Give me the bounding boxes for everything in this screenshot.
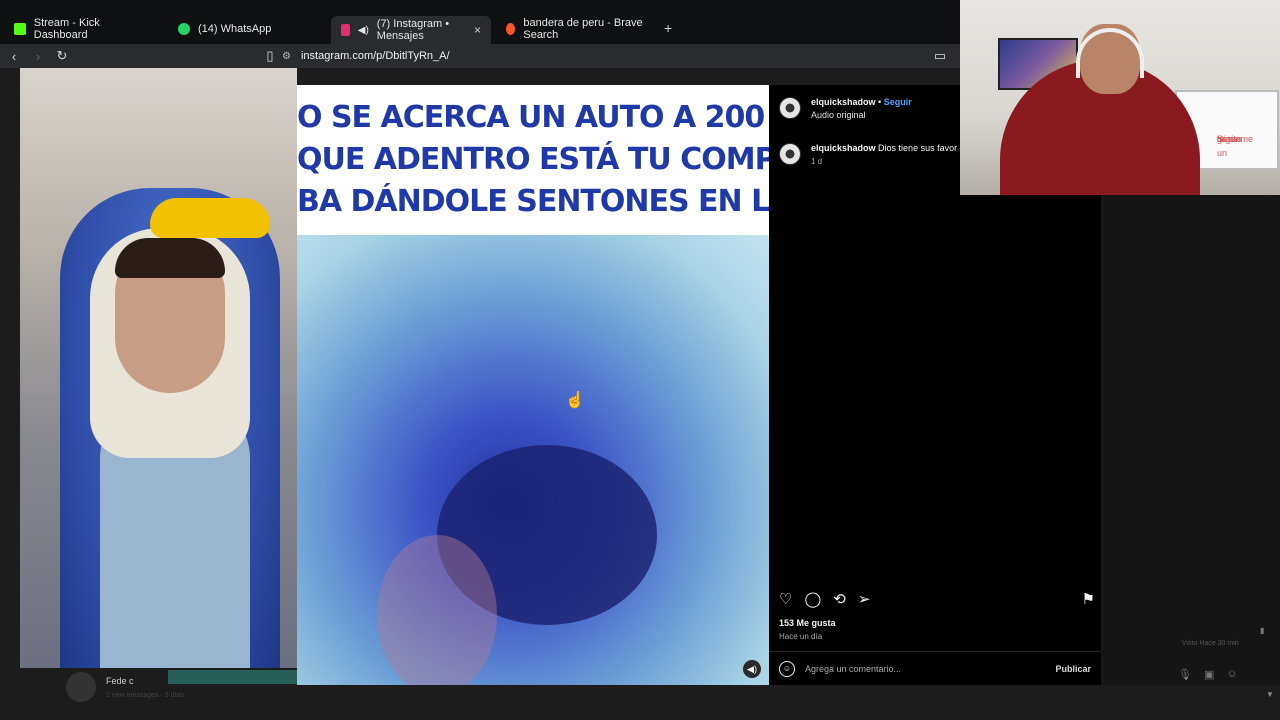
commenter-username[interactable]: elquickshadow (811, 143, 876, 153)
separator-dot: • (878, 97, 882, 107)
audio-toggle-icon[interactable]: ◀) (743, 660, 761, 678)
cast-icon[interactable]: ▭ (930, 46, 950, 66)
comment-text: Dios tiene sus favor (878, 143, 958, 153)
bookmark-icon[interactable]: ▯ (260, 46, 280, 66)
back-icon[interactable]: ‹ (4, 46, 24, 66)
brave-icon (506, 23, 516, 35)
tab-label: (14) WhatsApp (198, 23, 272, 35)
tab-label: (7) Instagram • Mensajes (376, 18, 450, 42)
browser-toolbar: ‹ › ↻ ▯ ⚙ instagram.com/p/DbitlTyRn_A/ ▭ (0, 44, 960, 68)
tab-kick[interactable]: Stream - Kick Dashboard (4, 16, 164, 42)
sticker-icon[interactable]: ☺ (1226, 668, 1237, 681)
post-actions: ♡ ◯ ⟲ ➢ ⚑ (779, 590, 1095, 608)
webcam-overlay: Sígueme te ganas un besito (960, 0, 1280, 195)
dm-preview: 2 new messages · 3 días (106, 691, 184, 699)
microphone-icon[interactable]: 🎙 (1178, 668, 1192, 681)
dm-composer-icons: 🎙 ▣ ☺ (1178, 668, 1238, 681)
post-header: elquickshadow • Seguir Audio original (779, 97, 912, 120)
commenter-avatar[interactable] (779, 143, 801, 165)
tab-instagram[interactable]: ◀) (7) Instagram • Mensajes × (331, 16, 491, 44)
repost-icon[interactable]: ⟲ (833, 590, 846, 608)
share-icon[interactable]: ➢ (858, 590, 871, 608)
video-blur-shape (377, 535, 497, 685)
tab-label: bandera de peru - Brave Search (523, 17, 643, 41)
heart-icon[interactable]: ♡ (779, 590, 792, 608)
scroll-down-icon[interactable]: ▼ (1266, 690, 1274, 699)
overlay-photo (20, 68, 297, 668)
comment-icon[interactable]: ◯ (804, 590, 821, 608)
caption-comment: elquickshadow Dios tiene sus favor 1 d (779, 143, 957, 166)
caption-line: QUE ADENTRO ESTÁ TU COMPA CON (297, 142, 769, 177)
forward-icon[interactable]: › (28, 46, 48, 66)
bookmark-icon[interactable]: ⚑ (1082, 590, 1095, 608)
tab-brave-search[interactable]: bandera de peru - Brave Search (496, 16, 656, 42)
caption-line: BA DÁNDOLE SENTONES EN LA CARA (297, 184, 769, 219)
caption-line: O SE ACERCA UN AUTO A 200 KM/H (297, 100, 769, 135)
notification-bar (168, 670, 298, 684)
tab-label: Stream - Kick Dashboard (33, 17, 100, 41)
post-time: Hace un día (779, 632, 823, 641)
publish-button[interactable]: Publicar (1055, 664, 1091, 674)
author-username[interactable]: elquickshadow (811, 97, 876, 107)
meme-caption: O SE ACERCA UN AUTO A 200 KM/H QUE ADENT… (297, 85, 769, 235)
comment-composer: ☺ Agrega un comentario... Publicar (769, 651, 1101, 685)
scrollbar-thumb[interactable]: ▮ (1260, 626, 1264, 635)
audio-label[interactable]: Audio original (811, 110, 912, 120)
kick-icon (14, 23, 26, 35)
hair (115, 238, 225, 278)
video-frame[interactable] (297, 235, 769, 685)
tab-bar: Stream - Kick Dashboard (14) WhatsApp ◀)… (0, 0, 960, 44)
author-avatar[interactable] (779, 97, 801, 119)
site-settings-icon[interactable]: ⚙ (282, 51, 291, 62)
comment-input[interactable]: Agrega un comentario... (805, 664, 901, 674)
new-tab-button[interactable]: + (664, 20, 672, 36)
whatsapp-icon (178, 23, 190, 35)
reload-icon[interactable]: ↻ (52, 46, 72, 66)
close-tab-icon[interactable]: × (474, 23, 481, 37)
like-count[interactable]: 153 Me gusta (779, 618, 836, 628)
seen-status: Visto Hace 30 min (1182, 640, 1239, 647)
image-icon[interactable]: ▣ (1204, 668, 1214, 681)
tab-whatsapp[interactable]: (14) WhatsApp (168, 16, 328, 42)
speaker-icon: ◀) (357, 24, 369, 36)
url-text: instagram.com/p/DbitlTyRn_A/ (300, 50, 450, 62)
whiteboard-line: besito (1217, 134, 1242, 144)
hand-cursor-icon: ☝ (565, 392, 585, 409)
dm-list-item[interactable]: Fede c 2 new messages · 3 días (66, 672, 184, 702)
avatar (66, 672, 96, 702)
comment-time: 1 d (811, 157, 823, 166)
address-bar[interactable]: ⚙ instagram.com/p/DbitlTyRn_A/ (282, 46, 450, 66)
follow-button[interactable]: Seguir (884, 97, 912, 107)
post-media[interactable]: O SE ACERCA UN AUTO A 200 KM/H QUE ADENT… (297, 85, 769, 685)
costume-beak (150, 198, 270, 238)
instagram-icon (341, 24, 350, 36)
dm-thread-background (1101, 195, 1280, 685)
emoji-icon[interactable]: ☺ (779, 660, 795, 677)
